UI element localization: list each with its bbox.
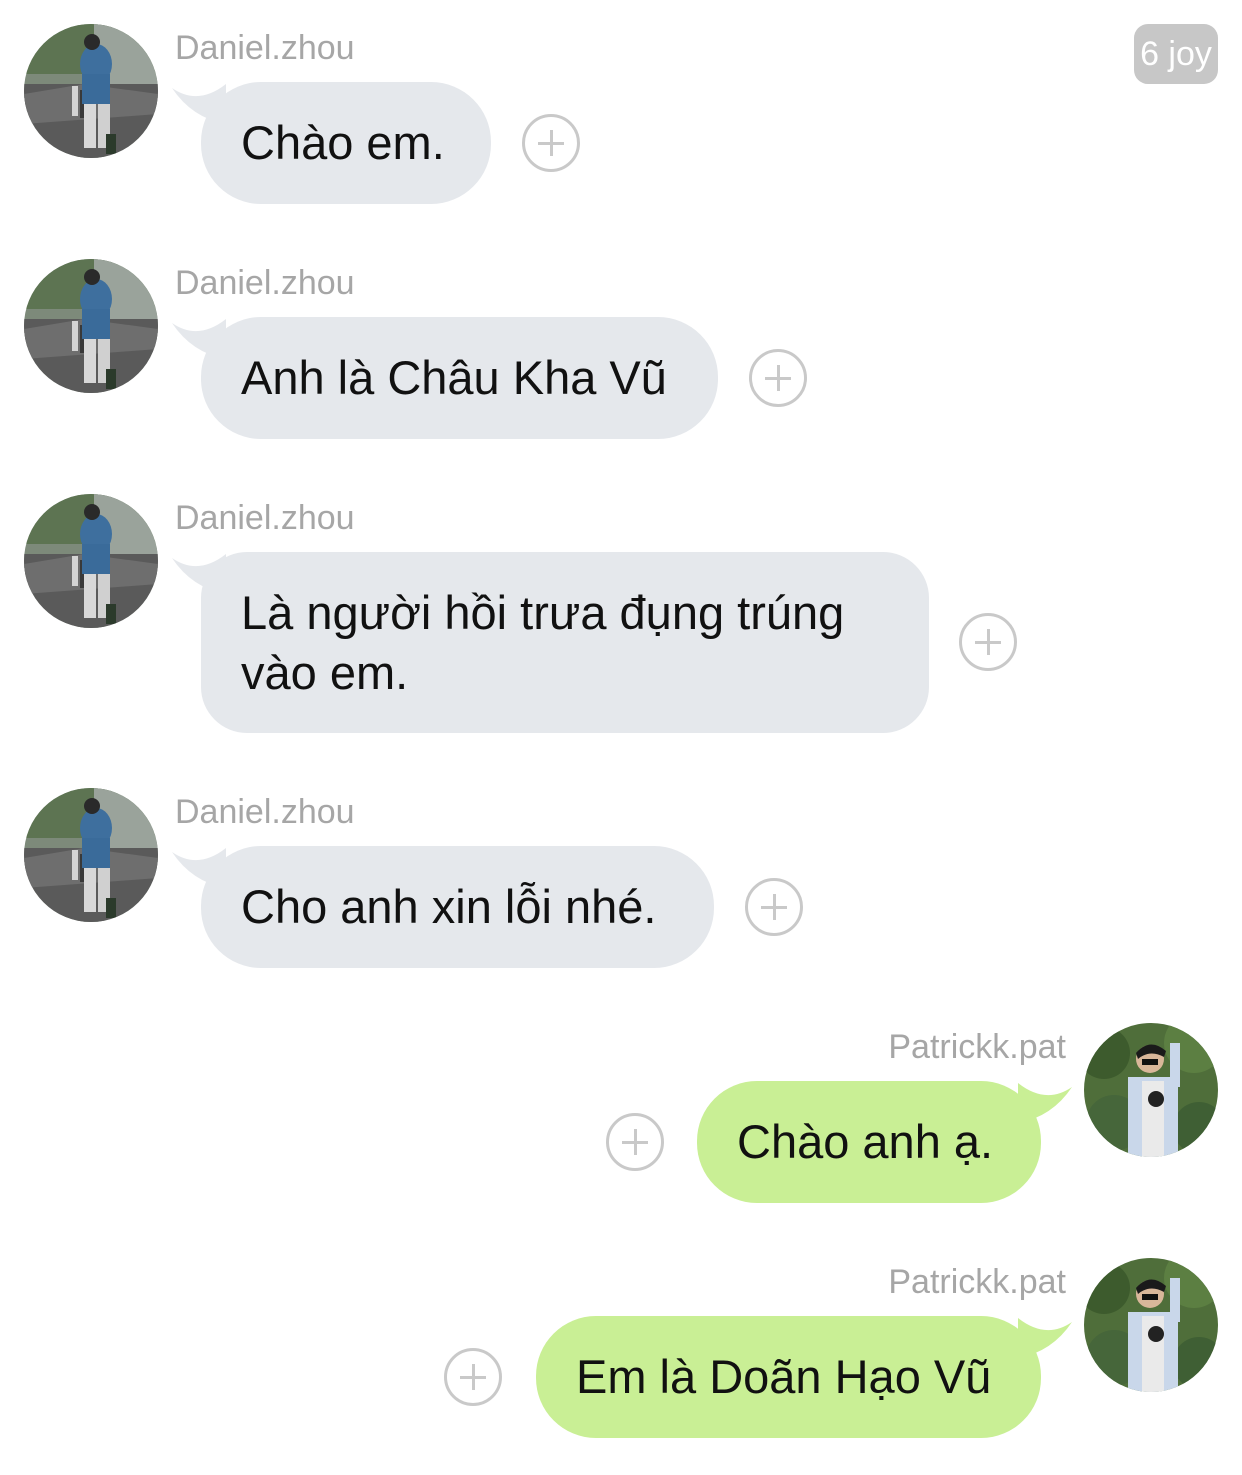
avatar-photo [24,788,158,922]
message-text-line: Là người hồi trưa đụng trúng [241,586,845,639]
message-bubble[interactable]: Chào anh ạ. [697,1081,1041,1203]
sender-name: Daniel.zhou [175,499,355,537]
sender-name: Daniel.zhou [175,29,355,67]
message-row: Patrickk.pat Chào anh ạ. [0,1023,1242,1213]
message-text: Chào anh ạ. [737,1115,994,1168]
add-reaction-icon[interactable] [749,349,807,407]
add-reaction-icon[interactable] [606,1113,664,1171]
message-text-line: vào em. [241,646,409,699]
sender-name: Patrickk.pat [888,1263,1066,1301]
message-row: Daniel.zhou Anh là Châu Kha Vũ [0,259,1242,449]
avatar[interactable] [24,24,158,158]
add-reaction-icon[interactable] [959,613,1017,671]
avatar[interactable] [24,788,158,922]
message-bubble[interactable]: Là người hồi trưa đụng trúng vào em. [201,552,929,733]
message-bubble[interactable]: Em là Doãn Hạo Vũ [536,1316,1041,1438]
message-bubble[interactable]: Chào em. [201,82,491,204]
avatar-photo [1084,1023,1218,1157]
avatar[interactable] [1084,1023,1218,1157]
add-reaction-icon[interactable] [745,878,803,936]
add-reaction-icon[interactable] [522,114,580,172]
message-bubble[interactable]: Cho anh xin lỗi nhé. [201,846,714,968]
message-row: Patrickk.pat Em là Doãn Hạo Vũ [0,1258,1242,1448]
message-text: Anh là Châu Kha Vũ [241,351,667,404]
avatar-photo [24,24,158,158]
avatar[interactable] [24,494,158,628]
message-text: Cho anh xin lỗi nhé. [241,880,657,933]
message-row: Daniel.zhou Là người hồi trưa đụng trúng… [0,494,1242,744]
avatar-photo [24,494,158,628]
avatar-photo [1084,1258,1218,1392]
avatar[interactable] [1084,1258,1218,1392]
add-reaction-icon[interactable] [444,1348,502,1406]
message-text: Chào em. [241,116,445,169]
message-bubble[interactable]: Anh là Châu Kha Vũ [201,317,718,439]
sender-name: Daniel.zhou [175,793,355,831]
message-row: Daniel.zhou Chào em. [0,24,1242,214]
sender-name: Patrickk.pat [888,1028,1066,1066]
avatar[interactable] [24,259,158,393]
message-text: Em là Doãn Hạo Vũ [576,1350,992,1403]
sender-name: Daniel.zhou [175,264,355,302]
message-row: Daniel.zhou Cho anh xin lỗi nhé. [0,788,1242,978]
avatar-photo [24,259,158,393]
